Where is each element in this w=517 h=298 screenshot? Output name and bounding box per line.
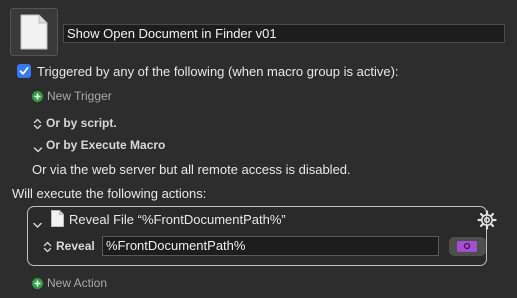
- insert-token-button[interactable]: [449, 237, 486, 256]
- action-title: Reveal File “%FrontDocumentPath%”: [69, 212, 286, 227]
- new-action-plus-icon[interactable]: [32, 278, 43, 289]
- gear-icon[interactable]: [477, 210, 497, 230]
- triggered-label: Triggered by any of the following (when …: [37, 64, 399, 79]
- web-server-note: Or via the web server but all remote acc…: [32, 162, 351, 177]
- macro-name-field[interactable]: Show Open Document in Finder v01: [63, 24, 505, 43]
- reveal-path-input[interactable]: %FrontDocumentPath%: [102, 236, 439, 256]
- action-collapse-chevron-icon[interactable]: [33, 216, 42, 228]
- or-by-script-toggle[interactable]: Or by script.: [46, 116, 117, 130]
- new-action-button[interactable]: New Action: [47, 276, 107, 290]
- triggered-checkbox[interactable]: [17, 64, 31, 78]
- new-trigger-button[interactable]: New Trigger: [47, 89, 112, 103]
- chevron-down-icon[interactable]: [33, 141, 43, 153]
- macro-document-icon[interactable]: [10, 8, 58, 56]
- reveal-popup-label[interactable]: Reveal: [56, 239, 95, 253]
- chevron-updown-icon[interactable]: [33, 117, 42, 130]
- reveal-chevron-updown-icon[interactable]: [43, 240, 52, 253]
- actions-section-label: Will execute the following actions:: [12, 186, 207, 201]
- new-trigger-plus-icon[interactable]: [32, 91, 43, 102]
- or-by-execute-macro-toggle[interactable]: Or by Execute Macro: [46, 138, 165, 152]
- document-icon: [51, 210, 64, 227]
